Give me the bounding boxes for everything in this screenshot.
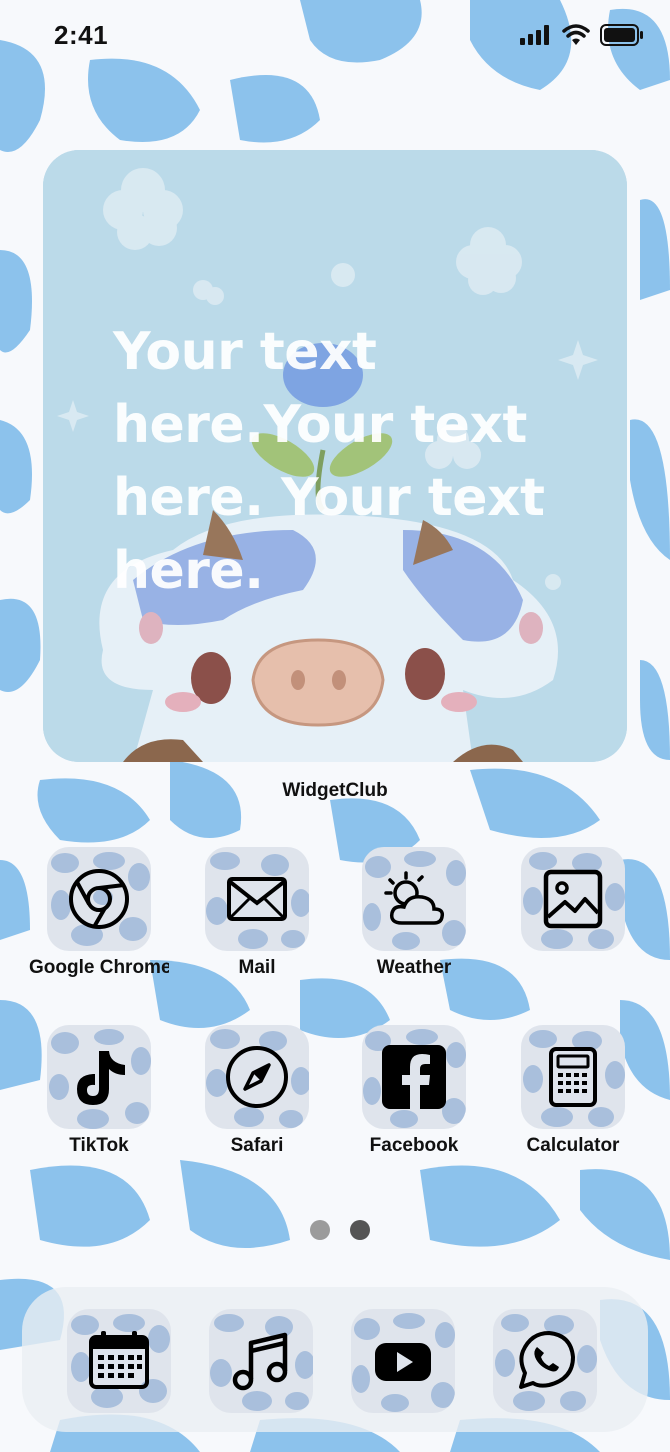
whatsapp-icon: [519, 1331, 575, 1389]
app-tile: [205, 1025, 309, 1129]
status-icons: [520, 24, 644, 46]
youtube-icon: [375, 1343, 431, 1381]
wifi-icon: [562, 24, 590, 45]
mail-icon: [227, 877, 287, 921]
cellular-signal-icon: [520, 25, 549, 45]
app-tile: [205, 847, 309, 951]
dock-app-whatsapp[interactable]: [480, 1309, 610, 1413]
app-photos[interactable]: [508, 847, 638, 957]
app-label: Mail: [238, 957, 276, 978]
app-label: Facebook: [369, 1135, 459, 1156]
status-bar: 2:41: [0, 0, 670, 70]
app-tile: [493, 1309, 597, 1413]
app-tile: [47, 847, 151, 951]
dock-app-calendar[interactable]: [54, 1309, 184, 1413]
app-facebook[interactable]: Facebook: [349, 1025, 479, 1157]
app-tiktok[interactable]: TikTok: [34, 1025, 164, 1157]
photo-widget[interactable]: Your text here.Your text here. Your text…: [43, 150, 627, 762]
status-time: 2:41: [54, 20, 109, 50]
app-label: Calculator: [526, 1135, 620, 1156]
app-mail[interactable]: Mail: [192, 847, 322, 979]
app-safari[interactable]: Safari: [192, 1025, 322, 1157]
facebook-icon: [382, 1045, 446, 1109]
battery-icon: [600, 24, 643, 46]
app-tile: [362, 847, 466, 951]
app-tile: [351, 1309, 455, 1413]
app-tile: [362, 1025, 466, 1129]
page-indicator[interactable]: [310, 1220, 370, 1240]
app-tile: [47, 1025, 151, 1129]
widget-text: Your text here.Your text here. Your text…: [113, 322, 545, 601]
calendar-icon: [89, 1331, 149, 1389]
dock-app-youtube[interactable]: [338, 1309, 468, 1413]
app-tile: [67, 1309, 171, 1413]
app-tile: [521, 1025, 625, 1129]
photos-icon: [543, 869, 603, 929]
widget-label: WidgetClub: [282, 780, 388, 801]
app-label: Google Chrome: [29, 957, 169, 978]
tiktok-icon: [77, 1051, 125, 1105]
dock-app-music[interactable]: [196, 1309, 326, 1413]
app-tile: [209, 1309, 313, 1413]
app-label: TikTok: [69, 1135, 129, 1156]
app-weather[interactable]: Weather: [349, 847, 479, 979]
page-dot[interactable]: [310, 1220, 330, 1240]
app-label: Safari: [230, 1135, 284, 1156]
app-label: Weather: [376, 957, 452, 978]
weather-icon: [384, 871, 445, 925]
app-tile: [521, 847, 625, 951]
app-calculator[interactable]: Calculator: [508, 1025, 638, 1157]
dock: [22, 1287, 648, 1432]
page-dot-active[interactable]: [350, 1220, 370, 1240]
music-icon: [232, 1332, 288, 1391]
calculator-icon: [549, 1047, 597, 1107]
app-google-chrome[interactable]: Google Chrome: [29, 847, 169, 979]
compass-icon: [226, 1046, 288, 1108]
chrome-icon: [69, 869, 129, 929]
